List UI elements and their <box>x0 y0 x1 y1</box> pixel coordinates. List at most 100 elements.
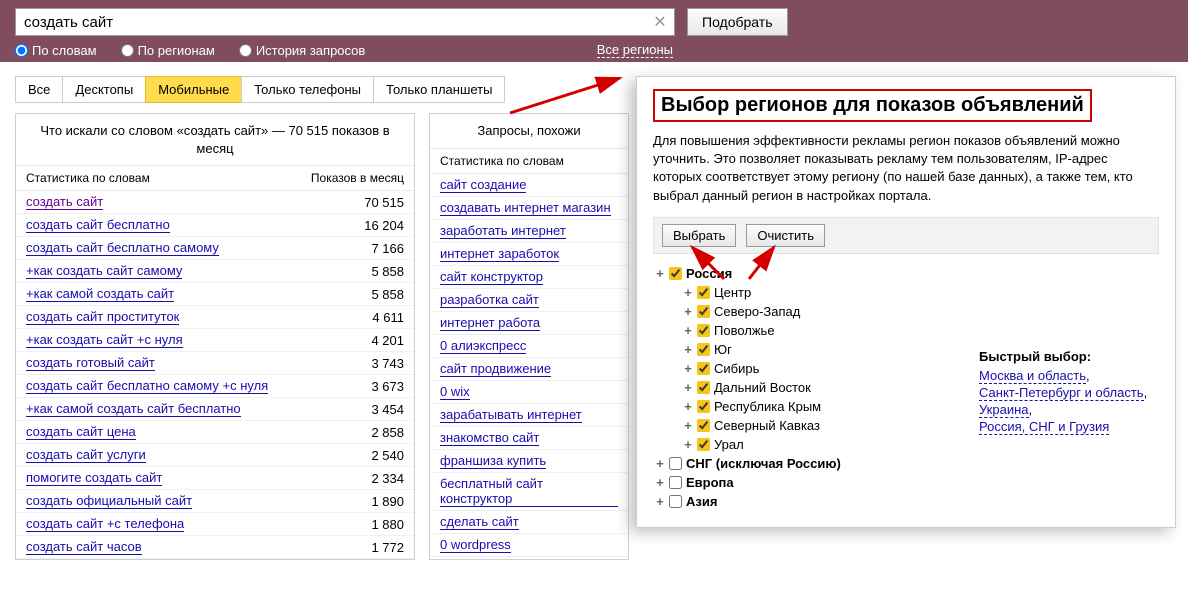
select-button[interactable]: Выбрать <box>662 224 736 247</box>
keyword-link[interactable]: заработать интернет <box>440 223 566 239</box>
expand-icon[interactable]: + <box>681 418 695 433</box>
table-row: создать сайт часов1 772 <box>16 536 414 559</box>
expand-icon[interactable]: + <box>681 285 695 300</box>
keyword-link[interactable]: создать готовый сайт <box>26 355 155 371</box>
keyword-link[interactable]: создать сайт бесплатно <box>26 217 170 233</box>
tree-item[interactable]: +Азия <box>653 492 1159 511</box>
radio-regions[interactable]: По регионам <box>121 43 215 58</box>
table-row: разработка сайт <box>430 289 628 312</box>
popup-description: Для повышения эффективности рекламы реги… <box>653 132 1159 205</box>
checkbox[interactable] <box>669 457 682 470</box>
expand-icon[interactable]: + <box>681 304 695 319</box>
radio-history[interactable]: История запросов <box>239 43 366 58</box>
tree-item[interactable]: +Поволжье <box>681 321 1159 340</box>
keyword-link[interactable]: создать сайт бесплатно самому <box>26 240 219 256</box>
checkbox[interactable] <box>697 362 710 375</box>
checkbox[interactable] <box>697 305 710 318</box>
radio-words[interactable]: По словам <box>15 43 97 58</box>
keyword-link[interactable]: создать сайт услуги <box>26 447 146 463</box>
clear-icon[interactable]: ✕ <box>651 13 669 31</box>
keyword-link[interactable]: +как создать сайт самому <box>26 263 182 279</box>
tab-tablets[interactable]: Только планшеты <box>373 76 505 103</box>
expand-icon[interactable]: + <box>681 323 695 338</box>
tab-desktops[interactable]: Десктопы <box>62 76 146 103</box>
keyword-link[interactable]: создать сайт +с телефона <box>26 516 184 532</box>
keyword-link[interactable]: 0 алиэкспресс <box>440 338 526 354</box>
tree-item[interactable]: +Северо-Запад <box>681 302 1159 321</box>
keyword-link[interactable]: сайт продвижение <box>440 361 551 377</box>
quick-link[interactable]: Санкт-Петербург и область <box>979 385 1144 401</box>
tree-item[interactable]: +Центр <box>681 283 1159 302</box>
search-row: ✕ Подобрать <box>15 8 1173 36</box>
table-row: интернет заработок <box>430 243 628 266</box>
keyword-link[interactable]: +как самой создать сайт <box>26 286 174 302</box>
tree-item-russia[interactable]: + Россия <box>653 264 1159 283</box>
count: 2 540 <box>371 448 404 463</box>
checkbox[interactable] <box>697 419 710 432</box>
tree-item[interactable]: +Урал <box>681 435 1159 454</box>
expand-icon[interactable]: + <box>653 475 667 490</box>
keyword-link[interactable]: сайт конструктор <box>440 269 543 285</box>
checkbox[interactable] <box>697 400 710 413</box>
tree-item[interactable]: +СНГ (исключая Россию) <box>653 454 1159 473</box>
keyword-link[interactable]: создать сайт проституток <box>26 309 179 325</box>
count: 3 673 <box>371 379 404 394</box>
expand-icon[interactable]: + <box>681 342 695 357</box>
keyword-link[interactable]: 0 wordpress <box>440 537 511 553</box>
keyword-link[interactable]: +как самой создать сайт бесплатно <box>26 401 241 417</box>
expand-icon[interactable]: + <box>681 437 695 452</box>
keyword-link[interactable]: сделать сайт <box>440 514 519 530</box>
keyword-link[interactable]: зарабатывать интернет <box>440 407 582 423</box>
checkbox[interactable] <box>669 495 682 508</box>
tree-item[interactable]: +Европа <box>653 473 1159 492</box>
submit-button[interactable]: Подобрать <box>687 8 788 36</box>
keyword-link[interactable]: разработка сайт <box>440 292 539 308</box>
expand-icon[interactable]: + <box>653 266 667 281</box>
expand-icon[interactable]: + <box>653 494 667 509</box>
keyword-link[interactable]: создавать интернет магазин <box>440 200 611 216</box>
checkbox[interactable] <box>697 438 710 451</box>
keyword-link[interactable]: создать официальный сайт <box>26 493 192 509</box>
quick-link[interactable]: Россия, СНГ и Грузия <box>979 419 1109 435</box>
keyword-link[interactable]: помогите создать сайт <box>26 470 162 486</box>
table-row: сайт продвижение <box>430 358 628 381</box>
checkbox[interactable] <box>697 381 710 394</box>
checkbox[interactable] <box>697 286 710 299</box>
tab-mobile[interactable]: Мобильные <box>145 76 242 103</box>
keyword-link[interactable]: сайт создание <box>440 177 526 193</box>
keyword-link[interactable]: 0 wix <box>440 384 470 400</box>
keyword-link[interactable]: интернет заработок <box>440 246 559 262</box>
table-row: знакомство сайт <box>430 427 628 450</box>
keyword-link[interactable]: создать сайт бесплатно самому +с нуля <box>26 378 268 394</box>
table-row: зарабатывать интернет <box>430 404 628 427</box>
keyword-link[interactable]: +как создать сайт +с нуля <box>26 332 183 348</box>
keyword-link[interactable]: знакомство сайт <box>440 430 539 446</box>
all-regions-link[interactable]: Все регионы <box>597 42 673 58</box>
quick-link[interactable]: Украина <box>979 402 1029 418</box>
table-row: создать сайт бесплатно самому7 166 <box>16 237 414 260</box>
expand-icon[interactable]: + <box>681 380 695 395</box>
expand-icon[interactable]: + <box>653 456 667 471</box>
table-row: создать официальный сайт1 890 <box>16 490 414 513</box>
keyword-link[interactable]: бесплатный сайт конструктор <box>440 476 618 507</box>
clear-button[interactable]: Очистить <box>746 224 825 247</box>
keyword-link[interactable]: создать сайт цена <box>26 424 136 440</box>
keyword-link[interactable]: интернет работа <box>440 315 540 331</box>
keyword-link[interactable]: создать сайт <box>26 194 103 210</box>
checkbox[interactable] <box>669 267 682 280</box>
table-row: создать сайт проституток4 611 <box>16 306 414 329</box>
checkbox[interactable] <box>669 476 682 489</box>
expand-icon[interactable]: + <box>681 399 695 414</box>
table-row: создать сайт цена2 858 <box>16 421 414 444</box>
tab-all[interactable]: Все <box>15 76 63 103</box>
checkbox[interactable] <box>697 343 710 356</box>
keyword-link[interactable]: создать сайт часов <box>26 539 142 555</box>
table-row: создавать интернет магазин <box>430 197 628 220</box>
quick-link[interactable]: Москва и область <box>979 368 1086 384</box>
keyword-link[interactable]: франшиза купить <box>440 453 546 469</box>
expand-icon[interactable]: + <box>681 361 695 376</box>
checkbox[interactable] <box>697 324 710 337</box>
tab-phones[interactable]: Только телефоны <box>241 76 374 103</box>
search-input[interactable] <box>15 8 675 36</box>
header-bar: ✕ Подобрать По словам По регионам Истори… <box>0 0 1188 62</box>
